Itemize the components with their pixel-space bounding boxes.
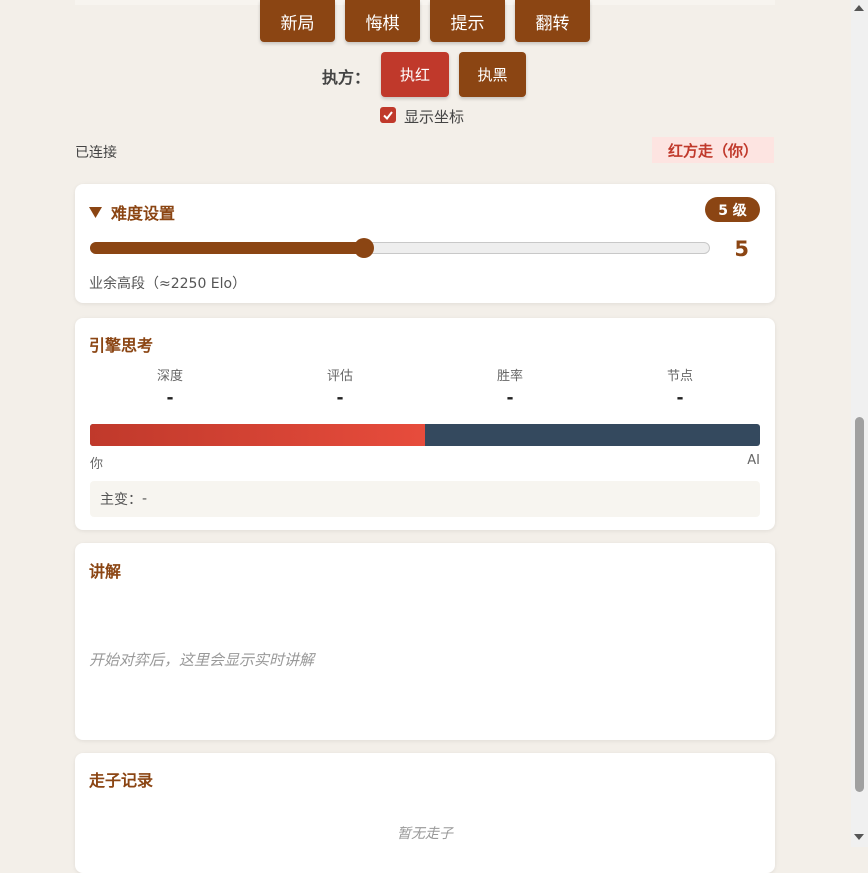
play-red-button[interactable]: 执红 [381,52,449,97]
advantage-left-label: 你 [90,457,104,472]
difficulty-title: 难度设置 [111,204,176,223]
scroll-down-arrow-icon[interactable] [854,834,864,840]
new-game-button[interactable]: 新局 [260,0,335,42]
turn-indicator: 红方走（你） [652,137,774,163]
undo-button[interactable]: 悔棋 [345,0,420,42]
nodes-label: 节点 [666,369,693,384]
difficulty-slider[interactable] [90,238,710,258]
difficulty-value: 5 [734,237,749,261]
show-coordinates-label[interactable]: 显示坐标 [404,106,464,127]
difficulty-toggle[interactable]: 难度设置 [89,200,175,224]
advantage-bar-red [90,424,425,446]
checkmark-icon [383,111,393,121]
commentary-title: 讲解 [89,562,122,581]
connection-status: 已连接 [75,145,117,161]
depth-value: - [166,388,174,408]
flip-board-button[interactable]: 翻转 [515,0,590,42]
move-record-title: 走子记录 [89,771,154,790]
nodes-value: - [676,388,684,408]
advantage-bar [90,424,760,446]
scrollbar-thumb[interactable] [855,417,864,792]
side-label: 执方： [322,68,371,87]
move-record-empty: 暂无走子 [397,826,453,842]
show-coordinates-checkbox[interactable] [380,107,396,123]
engine-card: 引擎思考 深度 - 评估 - 胜率 - 节点 - 你 AI 主变： - [75,318,775,530]
difficulty-badge: 5 级 [705,197,760,222]
winrate-value: - [506,388,514,408]
winrate-label: 胜率 [496,369,523,384]
top-panel-edge [75,0,775,5]
hint-button[interactable]: 提示 [430,0,505,42]
difficulty-card: 难度设置 5 级 5 业余高段（≈2250 Elo） [75,184,775,303]
eval-value: - [336,388,344,408]
slider-fill [90,242,364,254]
scrollbar[interactable] [851,0,868,847]
commentary-card: 讲解 开始对弈后，这里会显示实时讲解 [75,543,775,740]
pv-value: - [142,491,148,507]
difficulty-description: 业余高段（≈2250 Elo） [89,276,247,292]
pv-label: 主变： [100,492,142,508]
slider-thumb[interactable] [354,238,374,258]
scroll-up-arrow-icon[interactable] [854,5,864,11]
principal-variation: 主变： - [90,481,760,517]
depth-label: 深度 [156,369,183,384]
eval-label: 评估 [326,369,353,384]
play-black-button[interactable]: 执黑 [459,52,526,97]
triangle-down-icon [89,206,102,218]
advantage-right-label: AI [747,453,760,468]
commentary-placeholder: 开始对弈后，这里会显示实时讲解 [89,651,315,669]
move-record-card: 走子记录 暂无走子 [75,753,775,873]
engine-title: 引擎思考 [89,336,154,355]
